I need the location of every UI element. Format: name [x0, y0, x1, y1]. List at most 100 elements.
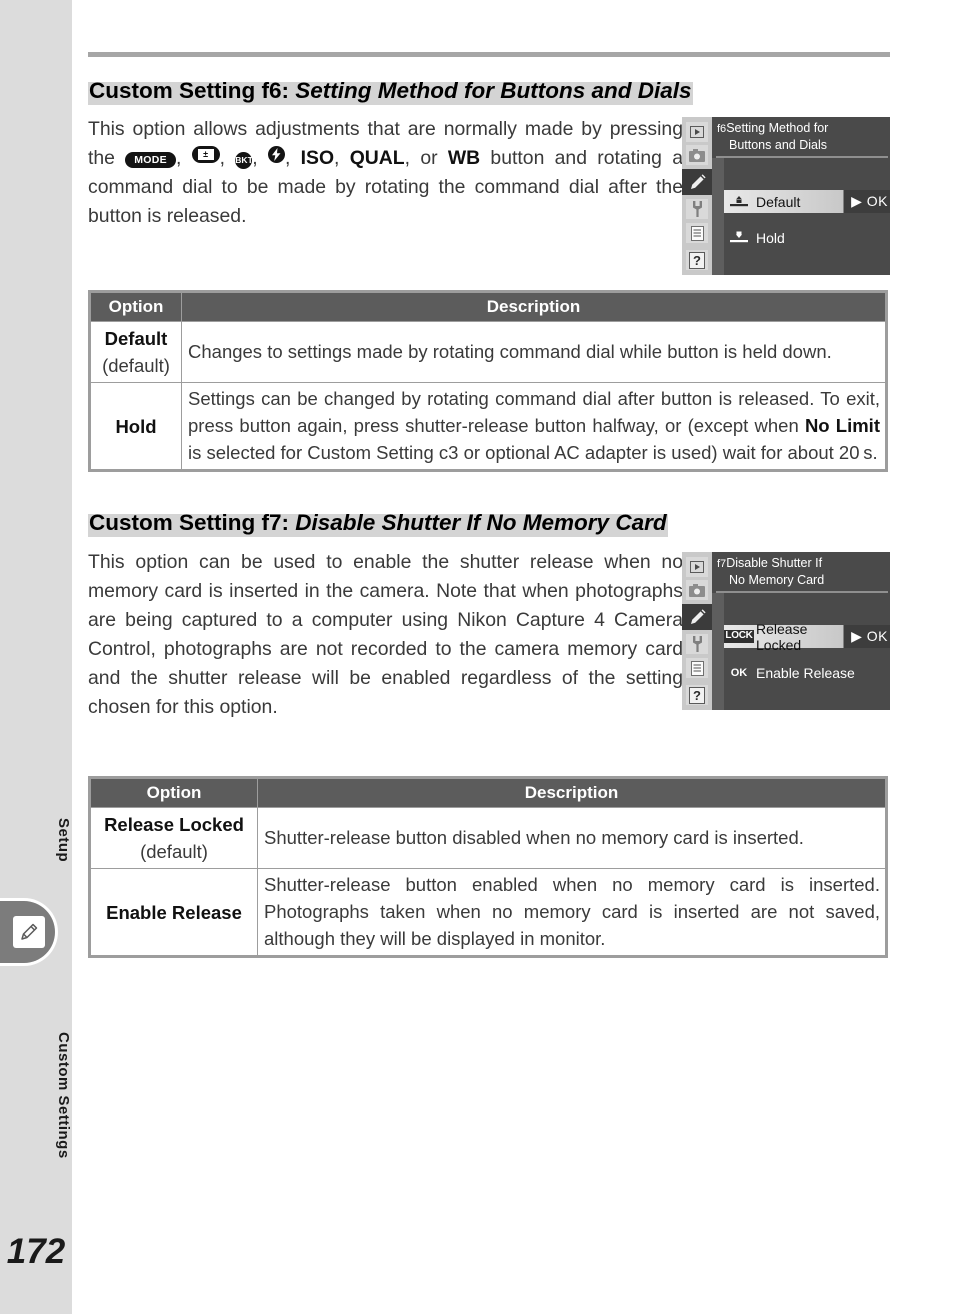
bkt-button-icon: BKT: [235, 152, 253, 169]
table-f6-desc-hold-post: is selected for Custom Setting c3 or opt…: [188, 442, 878, 463]
qual-button-label: QUAL: [349, 147, 405, 169]
paragraph-f6: This option allows adjustments that are …: [88, 115, 683, 231]
sep-2: ,: [219, 147, 236, 169]
iso-button-label: ISO: [300, 147, 335, 169]
table-f6-header-option: Option: [89, 291, 182, 322]
camera-menu-title-line2-f7: No Memory Card: [729, 573, 825, 587]
heading-italic-f7: Disable Shutter If No Memory Card: [295, 510, 667, 535]
wrench-icon: [686, 199, 708, 219]
camera-menu-row-enable-release[interactable]: OK Enable Release: [724, 661, 890, 684]
camera-menu-divider-f7: [716, 591, 888, 593]
heading-prefix-f6: Custom Setting f6:: [89, 78, 289, 103]
camera-menu-divider-f6: [716, 156, 888, 158]
heading-italic-f6: Setting Method for Buttons and Dials: [295, 78, 692, 103]
table-f7-header-description: Description: [257, 777, 887, 808]
camera-menu-title-number-f6: f6: [717, 123, 727, 135]
table-f6-desc-hold: Settings can be changed by rotating comm…: [181, 382, 887, 471]
question-icon: ?: [686, 685, 708, 705]
list-icon: [686, 658, 708, 678]
table-f7-header-option: Option: [89, 777, 258, 808]
sep-1: ,: [175, 147, 192, 169]
lock-badge: LOCK: [724, 630, 754, 643]
table-f7-option-release-locked-main: Release Locked: [104, 814, 244, 835]
camera-menu-body-f7: f7Disable Shutter If No Memory Card LOCK…: [712, 552, 890, 710]
table-f6-desc-hold-pre: Settings can be changed by rotating comm…: [188, 388, 880, 436]
table-f7-option-enable-release: Enable Release: [89, 868, 258, 957]
table-row: Default (default) Changes to settings ma…: [89, 321, 887, 383]
sep-4: ,: [284, 147, 301, 169]
wb-button-label: WB: [447, 147, 481, 169]
pencil-icon[interactable]: [682, 169, 712, 195]
camera-menu-rail-f6: ?: [682, 117, 712, 275]
paragraph-f7: This option can be used to enable the sh…: [88, 551, 683, 718]
svg-text:?: ?: [693, 253, 701, 268]
camera-menu-subcolumn-f6: [712, 158, 724, 275]
section-heading-f6: Custom Setting f6: Setting Method for Bu…: [88, 78, 693, 105]
camera-menu-title-line2-f6: Buttons and Dials: [729, 138, 827, 152]
play-icon: [686, 557, 708, 577]
sep-3: ,: [252, 147, 268, 169]
pencil-icon: [13, 916, 45, 948]
camera-menu-title-line1-f6: Setting Method for: [726, 121, 829, 135]
table-f7-option-release-locked-sub: (default): [140, 841, 208, 862]
svg-text:?: ?: [693, 688, 701, 703]
table-row: Hold Settings can be changed by rotating…: [89, 382, 887, 471]
camera-menu-row-enable-release-label: Enable Release: [756, 664, 855, 681]
mode-button-icon: MODE: [125, 152, 176, 168]
section-heading-f7: Custom Setting f7: Disable Shutter If No…: [88, 510, 668, 537]
camera-menu-screenshot-f7: ? f7Disable Shutter If No Memory Card LO…: [682, 552, 890, 710]
table-f6-option-default-sub: (default): [102, 355, 170, 376]
table-f6-header-description: Description: [181, 291, 887, 322]
table-f6-option-hold: Hold: [89, 382, 182, 471]
sep-5: ,: [334, 147, 350, 169]
table-f6: Option Description Default (default) Cha…: [88, 290, 888, 472]
camera-menu-subcolumn-f7: [712, 593, 724, 710]
heading-prefix-f7: Custom Setting f7:: [89, 510, 289, 535]
table-f6-option-default: Default (default): [89, 321, 182, 383]
play-icon: [686, 122, 708, 142]
table-f6-option-default-main: Default: [104, 328, 168, 349]
table-row: Release Locked (default) Shutter-release…: [89, 807, 887, 869]
camera-menu-row-release-locked[interactable]: LOCK Release Locked ▶ OK: [724, 621, 890, 653]
table-f7-desc-enable-release: Shutter-release button enabled when no m…: [257, 868, 887, 957]
sidebar-tab-custom-settings[interactable]: [0, 898, 58, 966]
camera-icon: [686, 145, 708, 165]
table-f7-header-row: Option Description: [89, 777, 887, 808]
header-rule: [88, 52, 890, 57]
list-icon: [686, 223, 708, 243]
camera-icon: [686, 580, 708, 600]
camera-menu-title-f6: f6Setting Method for Buttons and Dials: [712, 120, 890, 153]
camera-menu-row-default-ok: ▶ OK: [851, 193, 888, 209]
camera-menu-row-release-locked-ok: ▶ OK: [851, 628, 888, 644]
camera-menu-title-number-f7: f7: [717, 558, 727, 570]
ok-badge: OK: [730, 666, 748, 679]
table-f6-desc-hold-bold: No Limit: [804, 415, 880, 436]
sidebar-label-setup: Setup: [55, 817, 72, 863]
camera-menu-title-f7: f7Disable Shutter If No Memory Card: [712, 555, 890, 588]
question-icon: ?: [686, 250, 708, 270]
camera-menu-row-release-locked-label: Release Locked: [756, 620, 808, 653]
pencil-icon[interactable]: [682, 604, 712, 630]
exposure-compensation-button-icon: ±: [191, 146, 220, 163]
camera-menu-row-default[interactable]: Default ▶ OK: [724, 190, 890, 213]
page-number: 172: [6, 1232, 66, 1271]
exposure-compensation-glyph: ±: [197, 149, 214, 160]
left-sidebar: Setup Custom Settings 172: [0, 0, 72, 1314]
table-f7-option-release-locked: Release Locked (default): [89, 807, 258, 869]
table-f7-desc-release-locked: Shutter-release button disabled when no …: [257, 807, 887, 869]
press-hold-icon-b: [724, 231, 754, 244]
flash-button-icon: [267, 146, 285, 163]
table-f6-header-row: Option Description: [89, 291, 887, 322]
table-f7: Option Description Release Locked (defau…: [88, 776, 888, 958]
camera-menu-rail-f7: ?: [682, 552, 712, 710]
sidebar-label-custom-settings: Custom Settings: [55, 1031, 72, 1159]
camera-menu-body-f6: f6Setting Method for Buttons and Dials D…: [712, 117, 890, 275]
camera-menu-row-hold-label: Hold: [756, 229, 785, 246]
table-row: Enable Release Shutter-release button en…: [89, 868, 887, 957]
camera-menu-row-hold[interactable]: Hold: [724, 226, 890, 249]
camera-menu-title-line1-f7: Disable Shutter If: [726, 556, 823, 570]
press-hold-icon-a: [724, 195, 754, 208]
sep-6: , or: [404, 147, 448, 169]
camera-menu-screenshot-f6: ? f6Setting Method for Buttons and Dials…: [682, 117, 890, 275]
camera-menu-row-default-label: Default: [756, 193, 801, 210]
